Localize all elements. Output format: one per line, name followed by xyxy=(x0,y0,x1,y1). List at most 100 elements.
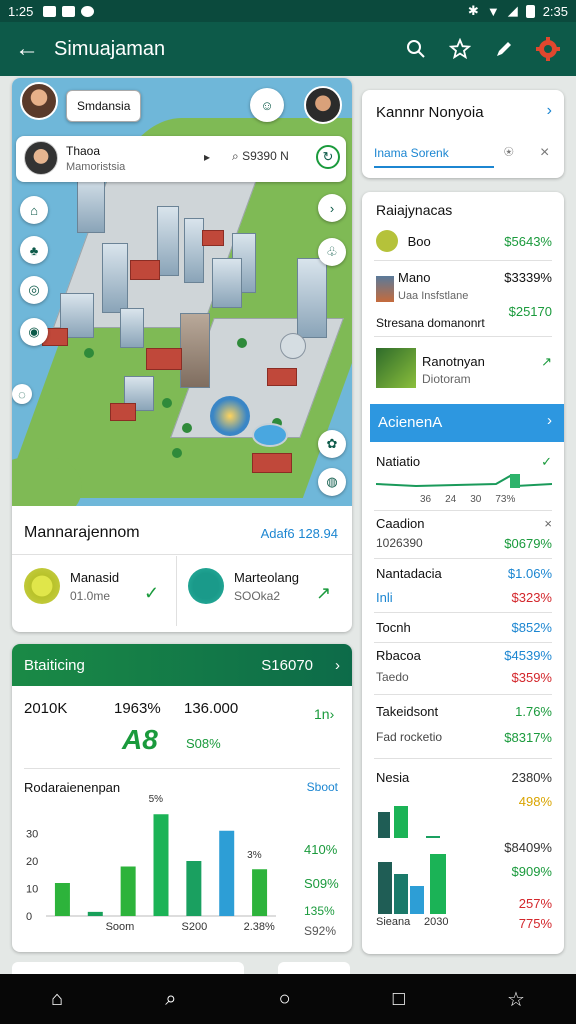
metric-row[interactable]: Caadion × 1026390 $0679% xyxy=(376,516,552,556)
star-icon xyxy=(449,38,471,60)
list-item[interactable]: Ranotnyan Diotoram ↗ xyxy=(376,348,552,392)
map-location-chip[interactable]: Smdansia xyxy=(66,90,142,122)
wifi-icon: ▼ xyxy=(486,3,500,19)
check-icon: ✓ xyxy=(144,583,160,603)
x-tick-label: Soom xyxy=(106,921,135,933)
banner-label: AcienenA xyxy=(378,414,443,431)
chart-bar xyxy=(87,911,103,916)
eco-icon[interactable]: ◍ xyxy=(318,468,346,496)
tree-icon[interactable]: ♣ xyxy=(20,236,48,264)
stats-header[interactable]: Btaiticing S16070 › xyxy=(12,644,352,686)
list-item-title: Boo xyxy=(407,233,431,249)
list-item-title: Ranotnyan xyxy=(422,354,485,369)
play-icon[interactable]: ▸ xyxy=(204,150,210,164)
search-title: Kannnr Nonyoia xyxy=(376,104,484,121)
mini-chart-title: Natiatio xyxy=(376,454,421,469)
location-icon[interactable]: ◎ xyxy=(20,276,48,304)
nesia-value: $8409% xyxy=(504,840,552,855)
summary-item-sub: SOOka2 xyxy=(234,588,281,603)
close-icon[interactable]: × xyxy=(540,144,549,162)
user-value: ⌕ S9390 N xyxy=(232,149,289,164)
metric-value: 1.76% xyxy=(515,704,552,719)
banner-button[interactable]: AcienenA › xyxy=(370,404,564,442)
favorite-button[interactable] xyxy=(440,29,480,69)
layers-icon[interactable]: ⌂ xyxy=(20,196,48,224)
summary-title: Mannarajennom xyxy=(24,524,140,541)
search-card: Kannnr Nonyoia › Inama Sorenk ⍟ × xyxy=(362,90,564,178)
search-input[interactable]: Inama Sorenk xyxy=(374,138,494,168)
metric-row[interactable]: Nantadacia $1.06% Inli $323% xyxy=(376,566,552,606)
pin-icon[interactable]: ◉ xyxy=(20,318,48,346)
metric-sub: Taedo xyxy=(376,670,409,684)
avatar xyxy=(24,141,58,175)
mini-chart: Natiatio ✓ 36 24 30 73% xyxy=(376,454,552,505)
mini-label: 24 xyxy=(445,494,457,505)
metric-value: $359% xyxy=(511,670,552,685)
list-item[interactable]: Boo $5643% xyxy=(376,230,552,256)
avatar[interactable] xyxy=(20,82,58,120)
chart-bar xyxy=(120,866,136,916)
search-button[interactable] xyxy=(396,29,436,69)
square-icon[interactable]: □ xyxy=(393,988,405,1011)
close-icon[interactable]: × xyxy=(544,516,552,531)
trend-up-icon: ↗ xyxy=(316,583,332,603)
list-item-sub: Diotoram xyxy=(422,372,471,386)
y-tick-label: 20 xyxy=(26,856,38,868)
home-icon[interactable]: ⌂ xyxy=(51,988,63,1011)
axis-label: 2030 xyxy=(424,916,449,928)
chevron-right-icon[interactable]: › xyxy=(547,102,552,120)
list-item-title: Mano xyxy=(398,270,431,285)
mini-label: 30 xyxy=(470,494,482,505)
chevron-right-icon: › xyxy=(329,706,335,722)
flower-icon[interactable]: ✿ xyxy=(318,430,346,458)
search-icon[interactable]: ⌕ xyxy=(165,988,176,1011)
arrow-icon: ↗ xyxy=(541,354,552,369)
user-info-card[interactable]: Thaoa Mamoristsia ▸ ⌕ S9390 N ↻ xyxy=(16,136,346,182)
list-item[interactable]: Mano Uaa Insfstlane $3339% Stresana doma… xyxy=(376,270,552,340)
side-value: 135% xyxy=(304,904,335,918)
coin-icon xyxy=(376,230,398,252)
location-icon xyxy=(24,568,60,604)
back-button[interactable]: ← xyxy=(0,35,54,63)
toggle-icon xyxy=(188,568,224,604)
user-value-text: S9390 N xyxy=(242,149,289,163)
stat-value: 1963% xyxy=(114,700,161,717)
list-item-extra: Stresana domanonrt xyxy=(376,316,485,330)
chart-bar xyxy=(186,861,202,916)
y-tick-label: 30 xyxy=(26,829,38,841)
list-card: Raiajynacas Boo $5643% Mano Uaa Insfstla… xyxy=(362,192,564,954)
search-icon xyxy=(407,40,425,58)
chevron-right-icon: › xyxy=(547,412,552,429)
avatar[interactable] xyxy=(304,86,342,124)
smile-icon[interactable]: ☺ xyxy=(250,88,284,122)
star-icon[interactable]: ☆ xyxy=(507,987,525,1012)
city-map[interactable]: Smdansia ☺ Thaoa Mamoristsia ▸ ⌕ S9390 N… xyxy=(12,78,352,506)
filter-icon[interactable]: ⍟ xyxy=(504,144,514,162)
settings-button[interactable] xyxy=(528,29,568,69)
arrow-left-icon: ← xyxy=(15,35,39,62)
mini-label: 73% xyxy=(495,494,516,505)
metric-value: $8317% xyxy=(504,730,552,745)
metric-row[interactable]: Tocnh $852% xyxy=(376,620,552,640)
list-item-sub: Uaa Insfstlane xyxy=(398,290,469,302)
bottom-nav: ⌂ ⌕ ○ □ ☆ xyxy=(0,974,576,1024)
summary-item-title: Marteolang xyxy=(234,569,300,585)
nesia-title: Nesia xyxy=(376,770,410,785)
circle-icon[interactable]: ○ xyxy=(279,988,291,1011)
edit-button[interactable] xyxy=(484,29,524,69)
mini-label: 36 xyxy=(420,494,432,505)
nesia-chart: Nesia 2380% 498% $8409% $909% 257% 775% … xyxy=(376,770,552,940)
x-tick-label: S200 xyxy=(182,921,208,933)
y-tick-label: 0 xyxy=(26,911,32,923)
leaf-icon[interactable]: ♧ xyxy=(318,238,346,266)
compass-icon[interactable]: ◌ xyxy=(12,384,32,404)
metric-row[interactable]: Rbacoa $4539% Taedo $359% xyxy=(376,648,552,688)
refresh-icon[interactable]: ↻ xyxy=(316,145,340,169)
status-bar: 1:25 ✱ ▼ ◢ 2:35 xyxy=(0,0,576,22)
forward-icon[interactable]: › xyxy=(318,194,346,222)
summary-link[interactable]: Adaf6 128.94 xyxy=(261,526,338,541)
image-thumbnail xyxy=(376,348,416,388)
metric-row[interactable]: Takeidsont 1.76% Fad rocketio $8317% xyxy=(376,704,552,745)
building-icon xyxy=(376,276,394,302)
chart-link[interactable]: Sboot xyxy=(307,780,338,794)
